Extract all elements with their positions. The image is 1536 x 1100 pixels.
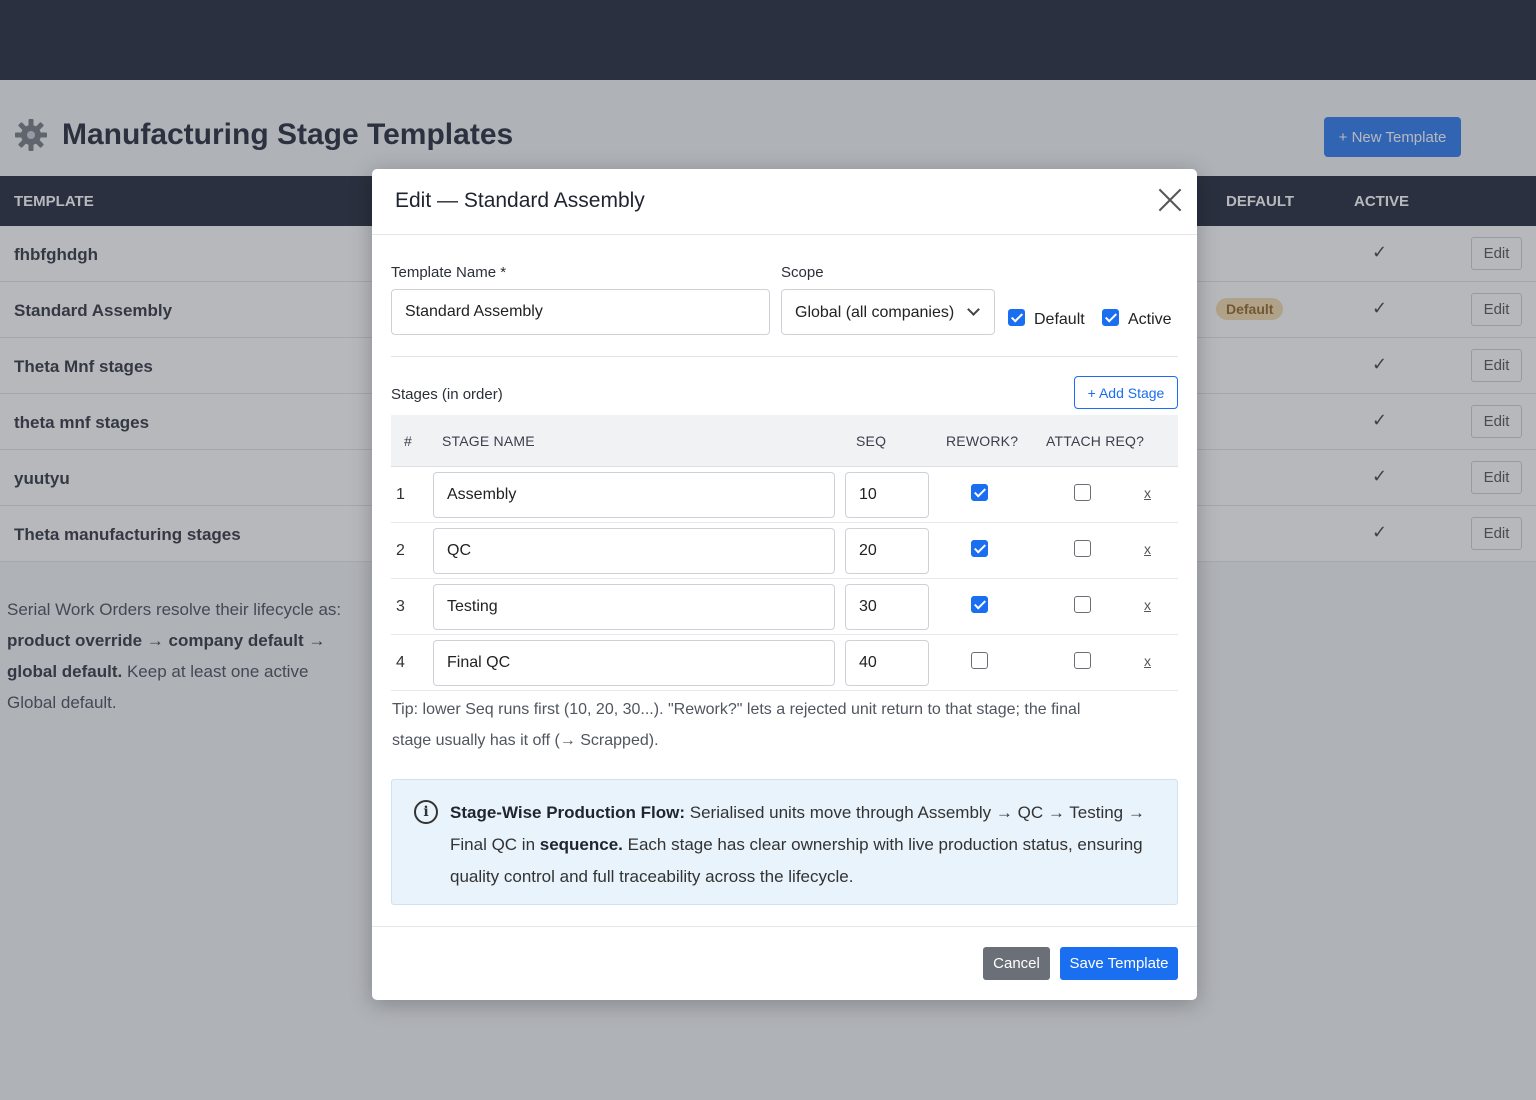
remove-stage-button[interactable]: x (1144, 597, 1151, 613)
template-name-input[interactable] (391, 289, 770, 335)
remove-stage-button[interactable]: x (1144, 485, 1151, 501)
col-rework: REWORK? (946, 433, 1019, 449)
chevron-down-icon (967, 303, 980, 316)
active-checkbox[interactable] (1102, 309, 1119, 326)
modal-title: Edit — Standard Assembly (395, 189, 645, 212)
col-seq: SEQ (856, 433, 887, 449)
remove-stage-button[interactable]: x (1144, 653, 1151, 669)
stage-seq-input[interactable] (845, 584, 929, 630)
active-checkbox-label: Active (1128, 311, 1172, 328)
attach-req-checkbox[interactable] (1074, 596, 1091, 613)
rework-checkbox[interactable] (971, 652, 988, 669)
rework-checkbox[interactable] (971, 540, 988, 557)
remove-stage-button[interactable]: x (1144, 541, 1151, 557)
stage-row: 1 x (391, 467, 1178, 523)
attach-req-checkbox[interactable] (1074, 652, 1091, 669)
section-divider (391, 356, 1178, 357)
add-stage-button[interactable]: + Add Stage (1074, 376, 1178, 409)
info-icon: i (414, 800, 438, 824)
info-lead: Stage-Wise Production Flow: (450, 803, 686, 822)
stage-number: 4 (396, 654, 405, 671)
scope-value: Global (all companies) (795, 304, 955, 321)
stage-seq-input[interactable] (845, 640, 929, 686)
scope-label: Scope (781, 264, 824, 281)
info-callout: i Stage-Wise Production Flow: Serialised… (391, 779, 1178, 905)
save-template-button[interactable]: Save Template (1060, 947, 1178, 980)
edit-template-modal: Edit — Standard Assembly Template Name *… (372, 169, 1197, 1000)
stage-row: 2 x (391, 523, 1178, 579)
stage-number: 3 (396, 598, 405, 615)
stage-name-input[interactable] (433, 640, 835, 686)
stages-table-header: # STAGE NAME SEQ REWORK? ATTACH REQ? (391, 415, 1178, 467)
cancel-button[interactable]: Cancel (983, 947, 1050, 980)
stage-number: 2 (396, 542, 405, 559)
col-attach: ATTACH REQ? (1046, 433, 1145, 449)
stage-row: 4 x (391, 635, 1178, 691)
modal-header: Edit — Standard Assembly (372, 169, 1197, 235)
stage-name-input[interactable] (433, 528, 835, 574)
stages-label: Stages (in order) (391, 386, 503, 403)
modal-footer-divider (372, 926, 1197, 927)
stage-name-input[interactable] (433, 584, 835, 630)
stage-seq-input[interactable] (845, 528, 929, 574)
rework-checkbox[interactable] (971, 484, 988, 501)
template-name-label: Template Name * (391, 264, 507, 281)
scope-select[interactable]: Global (all companies) (781, 289, 995, 335)
col-stage-name: STAGE NAME (442, 433, 535, 449)
stage-seq-input[interactable] (845, 472, 929, 518)
attach-req-checkbox[interactable] (1074, 540, 1091, 557)
col-num: # (404, 433, 412, 449)
seq-tip: Tip: lower Seq runs first (10, 20, 30...… (392, 701, 1081, 749)
stage-number: 1 (396, 486, 405, 503)
stage-row: 3 x (391, 579, 1178, 635)
default-checkbox-label: Default (1034, 311, 1085, 328)
default-checkbox[interactable] (1008, 309, 1025, 326)
rework-checkbox[interactable] (971, 596, 988, 613)
stage-name-input[interactable] (433, 472, 835, 518)
attach-req-checkbox[interactable] (1074, 484, 1091, 501)
info-text: Stage-Wise Production Flow: Serialised u… (450, 797, 1150, 893)
info-bold-mid: sequence. (539, 835, 623, 854)
close-icon[interactable] (1157, 187, 1183, 213)
